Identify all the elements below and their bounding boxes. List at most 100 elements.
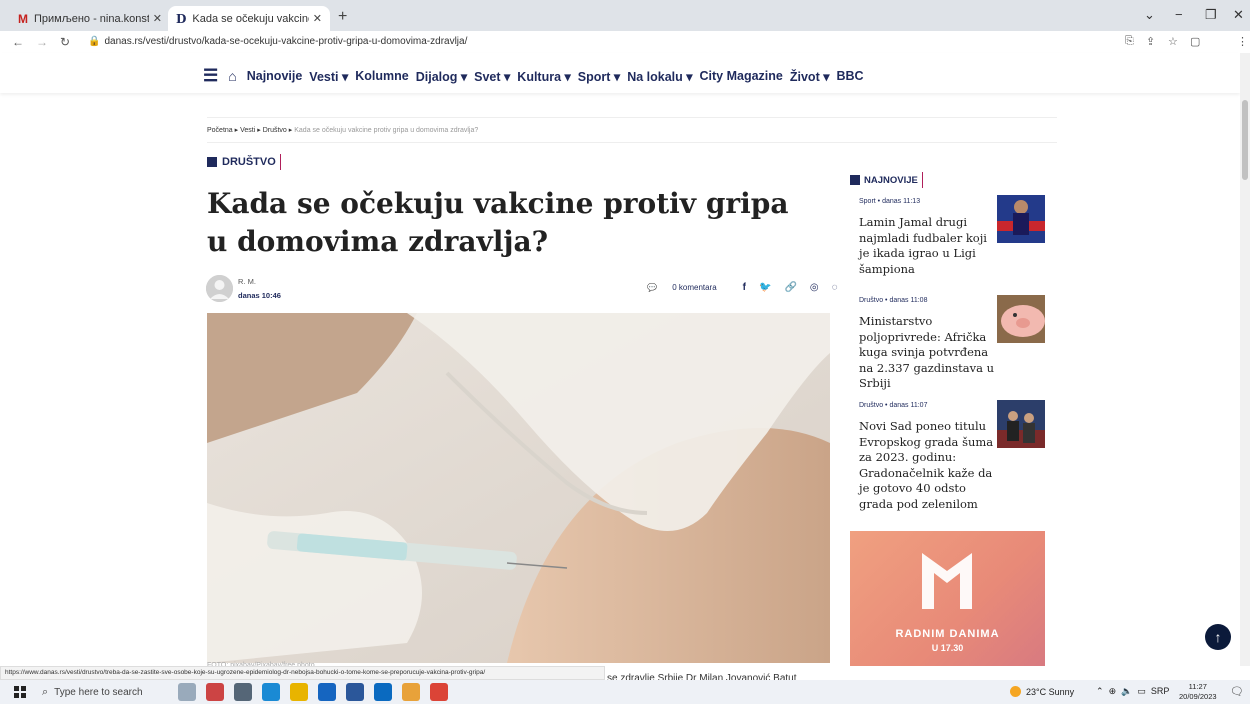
nav-item-city-magazine[interactable]: City Magazine	[700, 69, 783, 83]
windows-start-icon[interactable]	[14, 686, 26, 698]
author-name[interactable]: R. M.	[238, 277, 256, 286]
task-view-icon[interactable]	[234, 683, 252, 701]
news-item-meta[interactable]: Društvo • danas 11:08	[859, 297, 927, 304]
scrollbar-thumb[interactable]	[1242, 100, 1248, 180]
nav-item-sport[interactable]: Sport ▾	[578, 69, 620, 84]
menu-kebab-icon[interactable]: ⋮	[1237, 35, 1248, 48]
breadcrumb-home[interactable]: Početna ▸	[207, 127, 238, 134]
new-tab-button[interactable]: +	[338, 8, 347, 26]
windows-taskbar: ⌕ Type here to search 23°C Sunny ⌃ ⊕ 🔈 ▭…	[0, 680, 1250, 704]
edge-icon[interactable]	[262, 683, 280, 701]
weather-widget[interactable]: 23°C Sunny	[1010, 686, 1074, 697]
news-item-thumbnail[interactable]	[997, 195, 1045, 243]
nav-item-kolumne[interactable]: Kolumne	[355, 69, 408, 83]
breadcrumb-vesti[interactable]: Vesti ▸	[240, 127, 261, 134]
ad-headline: RADNIM DANIMA	[895, 628, 1000, 640]
restore-button[interactable]: ❐	[1205, 7, 1217, 23]
close-icon[interactable]: ✕	[313, 12, 322, 25]
divider	[207, 117, 1057, 118]
divider	[207, 142, 1057, 143]
nav-item-na-lokalu[interactable]: Na lokalu ▾	[627, 69, 692, 84]
tab-gmail[interactable]: M Примљено - nina.konstantinidis ✕	[10, 6, 170, 31]
weather-text: 23°C Sunny	[1026, 686, 1075, 697]
share-icon[interactable]: ⇪	[1146, 35, 1155, 48]
comment-icon: 💬	[647, 283, 657, 292]
store-icon[interactable]	[374, 683, 392, 701]
article-category[interactable]: DRUŠTVO	[207, 154, 281, 170]
app-icon-folder[interactable]	[402, 683, 420, 701]
url-text: danas.rs/vesti/drustvo/kada-se-ocekuju-v…	[104, 36, 468, 47]
nav-item-zivot[interactable]: Život ▾	[790, 69, 830, 84]
heading-square-icon	[850, 175, 860, 185]
comments-count: 0 komentara	[672, 283, 717, 292]
tab-search-icon[interactable]: ⌄	[1144, 7, 1155, 23]
file-explorer-icon[interactable]	[290, 683, 308, 701]
publish-time: danas 10:46	[238, 291, 281, 300]
nav-item-svet[interactable]: Svet ▾	[474, 69, 510, 84]
news-item-meta[interactable]: Sport • danas 11:13	[859, 198, 920, 205]
translate-icon[interactable]: ⎘	[1125, 35, 1134, 48]
home-icon[interactable]: ⌂	[228, 68, 236, 84]
close-icon[interactable]: ✕	[153, 12, 162, 25]
comments-link[interactable]: 💬 0 komentara	[647, 283, 730, 292]
share-bar: 💬 0 komentara f 🐦 🔗 ◎ ◌	[647, 282, 851, 293]
ad-logo-icon	[922, 553, 972, 609]
nav-item-bbc[interactable]: BBC	[836, 69, 863, 83]
news-item-title[interactable]: Novi Sad poneo titulu Evropskog grada šu…	[859, 419, 994, 512]
taskbar-search[interactable]: ⌕ Type here to search	[42, 682, 172, 702]
mail-icon[interactable]	[318, 683, 336, 701]
reload-icon[interactable]: ↻	[60, 35, 70, 49]
sidebar-heading-label: NAJNOVIJE	[864, 174, 918, 186]
taskbar-app-icons	[178, 683, 458, 701]
word-icon[interactable]	[346, 683, 364, 701]
whatsapp-icon[interactable]: ◎	[810, 282, 819, 293]
twitter-icon[interactable]: 🐦	[759, 282, 771, 293]
ad-subline: U 17.30	[931, 643, 964, 653]
category-square-icon	[207, 157, 217, 167]
close-window-button[interactable]: ✕	[1233, 7, 1244, 23]
copy-link-icon[interactable]: 🔗	[784, 282, 796, 293]
nav-item-dijalog[interactable]: Dijalog ▾	[416, 69, 467, 84]
breadcrumb: Početna ▸ Vesti ▸ Društvo ▸ Kada se oček…	[207, 126, 478, 134]
sun-icon	[1010, 686, 1021, 697]
taskbar-clock[interactable]: 11:27 20/09/2023	[1179, 682, 1217, 702]
nav-item-najnovije[interactable]: Najnovije	[247, 69, 303, 83]
article-title: Kada se očekuju vakcine protiv gripa u d…	[207, 187, 789, 258]
nav-item-kultura[interactable]: Kultura ▾	[517, 69, 571, 84]
app-icon-settings[interactable]	[206, 683, 224, 701]
author-avatar	[206, 275, 233, 302]
volume-icon[interactable]: 🔈	[1121, 686, 1132, 696]
side-panel-icon[interactable]: ▢	[1190, 35, 1200, 48]
minimize-button[interactable]: −	[1175, 7, 1183, 22]
chevron-up-icon[interactable]: ⌃	[1096, 686, 1104, 696]
notification-icon[interactable]: 🗨	[1230, 685, 1244, 698]
breadcrumb-current: Kada se očekuju vakcine protiv gripa u d…	[294, 127, 479, 134]
nav-item-vesti[interactable]: Vesti ▾	[309, 69, 348, 84]
lock-icon: 🔒	[88, 36, 101, 47]
language-indicator[interactable]: SRP	[1151, 686, 1170, 696]
hamburger-menu-icon[interactable]: ☰	[203, 66, 218, 86]
clock-time: 11:27	[1188, 682, 1207, 691]
news-item-title[interactable]: Lamin Jamal drugi najmladi fudbaler koji…	[859, 215, 994, 277]
url-field[interactable]: 🔒 danas.rs/vesti/drustvo/kada-se-ocekuju-…	[88, 36, 467, 47]
tab-danas[interactable]: D Kada se očekuju vakcine protiv g ✕	[168, 6, 330, 31]
scroll-to-top-button[interactable]: ↑	[1205, 624, 1231, 650]
advertisement-banner[interactable]: RADNIM DANIMA U 17.30	[850, 531, 1045, 666]
news-item-title[interactable]: Ministarstvo poljoprivrede: Afrička kuga…	[859, 314, 994, 392]
forward-icon[interactable]: →	[36, 35, 48, 49]
back-icon[interactable]: ←	[12, 35, 24, 49]
news-item-thumbnail[interactable]	[997, 295, 1045, 343]
chrome-icon[interactable]	[430, 683, 448, 701]
tab-title: Kada se očekuju vakcine protiv g	[192, 12, 308, 25]
bookmark-star-icon[interactable]: ☆	[1168, 35, 1178, 48]
breadcrumb-drustvo[interactable]: Društvo ▸	[263, 127, 293, 134]
link-status-bar: https://www.danas.rs/vesti/drustvo/treba…	[0, 666, 605, 680]
network-icon[interactable]: ⊕	[1109, 686, 1117, 696]
display-icon[interactable]: ▭	[1137, 686, 1146, 696]
facebook-icon[interactable]: f	[743, 282, 746, 293]
viber-icon[interactable]: ◌	[832, 282, 838, 293]
app-icon-paint[interactable]	[178, 683, 196, 701]
news-item-meta[interactable]: Društvo • danas 11:07	[859, 402, 927, 409]
system-tray[interactable]: ⌃ ⊕ 🔈 ▭ SRP	[1096, 686, 1169, 697]
news-item-thumbnail[interactable]	[997, 400, 1045, 448]
